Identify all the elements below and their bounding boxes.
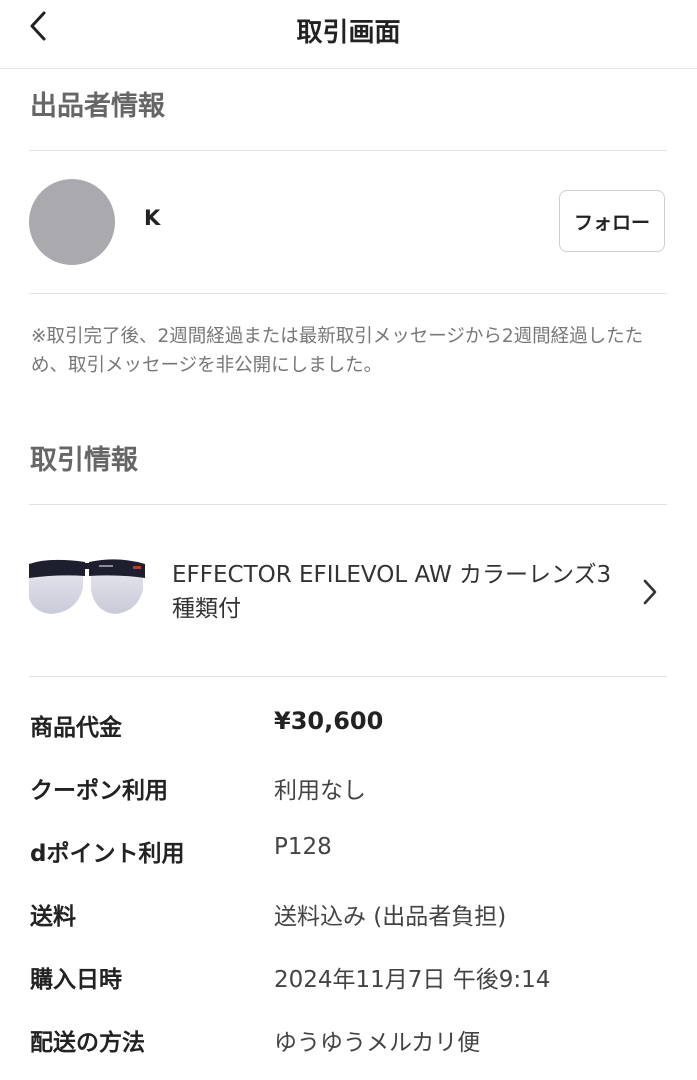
divider: [29, 676, 667, 677]
purchase-date-label: 購入日時: [30, 967, 122, 993]
divider: [29, 504, 667, 505]
follow-button[interactable]: フォロー: [559, 190, 665, 252]
divider: [29, 293, 667, 294]
coupon-value: 利用なし: [274, 778, 366, 804]
purchase-date-value: 2024年11月7日 午後9:14: [274, 967, 551, 993]
avatar[interactable]: [29, 179, 115, 265]
product-name: EFFECTOR EFILEVOL AW カラーレンズ3種類付: [172, 562, 612, 622]
page-title: 取引画面: [296, 18, 401, 48]
dpoint-value: P128: [274, 834, 332, 860]
shipping-method-value: ゆうゆうメルカリ便: [274, 1030, 481, 1056]
notice-text: ※取引完了後、2週間経過または最新取引メッセージから2週間経過したため、取引メッ…: [31, 326, 644, 376]
dpoint-label: dポイント利用: [30, 841, 185, 867]
product-row[interactable]: EFFECTOR EFILEVOL AW カラーレンズ3種類付: [0, 510, 697, 676]
price-value: ¥30,600: [274, 707, 384, 735]
transaction-section-title: 取引情報: [30, 445, 138, 476]
shipping-method-label: 配送の方法: [30, 1030, 145, 1056]
shipping-fee-label: 送料: [30, 904, 76, 930]
product-thumbnail: [29, 559, 145, 614]
price-label: 商品代金: [30, 715, 122, 741]
shipping-fee-value: 送料込み (出品者負担): [274, 904, 507, 930]
transaction-screen: 取引画面 出品者情報 K フォロー ※取引完了後、2週間経過または最新取引メッセ…: [0, 0, 697, 1080]
coupon-label: クーポン利用: [30, 778, 168, 804]
header: 取引画面: [0, 0, 697, 69]
seller-section-title: 出品者情報: [30, 91, 165, 122]
seller-name[interactable]: K: [144, 206, 160, 230]
divider: [29, 150, 667, 151]
chevron-right-icon: [643, 579, 657, 605]
